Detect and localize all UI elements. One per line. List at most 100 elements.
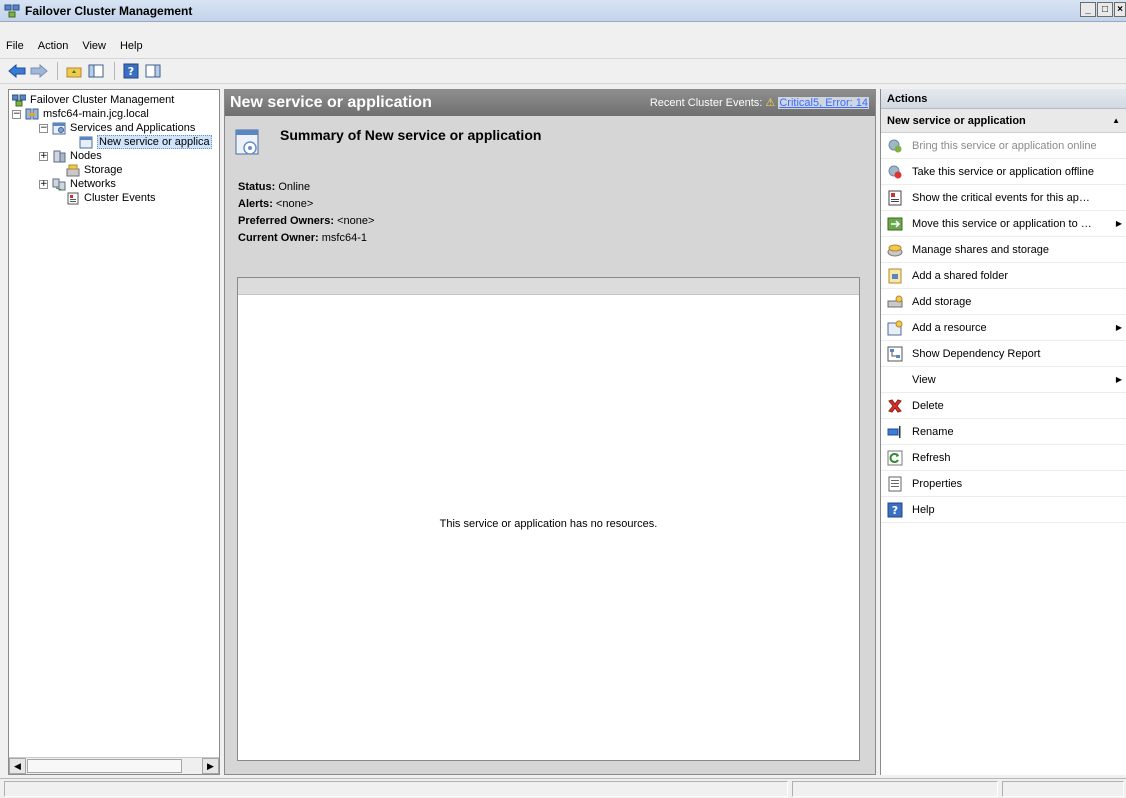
collapse-toggle[interactable]: − [39,123,48,133]
refresh-icon [887,450,903,466]
warning-icon: ⚠ [765,97,776,109]
console-tree: Failover Cluster Management − msfc64-mai… [8,89,220,775]
status-line-preferred-owners: Preferred Owners: <none> [238,215,375,227]
service-app-icon [79,136,93,148]
action-label: View [912,373,936,386]
show-hide-tree-button[interactable] [86,61,106,81]
menu-file[interactable]: File [6,40,32,52]
rename-icon [887,424,903,440]
action-show-dependency-report[interactable]: Show Dependency Report [881,341,1126,367]
scroll-thumb[interactable] [27,759,182,773]
properties-icon [887,476,903,492]
action-add-storage[interactable]: Add storage [881,289,1126,315]
tree-item-new-service-or-application[interactable]: New service or applica [79,135,212,149]
status-cell [792,781,998,797]
svg-text:?: ? [128,65,134,78]
action-manage-shares-and-storage[interactable]: Manage shares and storage [881,237,1126,263]
close-button[interactable]: × [1114,2,1126,17]
action-label: Manage shares and storage [912,243,1049,256]
actions-section-header[interactable]: New service or application ▲ [881,109,1126,133]
status-line-alerts: Alerts: <none> [238,198,314,210]
tree-item-services-and-applications[interactable]: − Services and Applications [39,121,195,135]
help-toolbar-button[interactable]: ? [121,61,141,81]
action-bring-this-service-or-application-online[interactable]: Bring this service or application online [881,133,1126,159]
critical-events-link[interactable]: Critical5, Error: 14 [778,97,869,109]
collapse-toggle[interactable]: − [12,109,21,119]
tree-item-label: New service or applica [97,135,212,149]
summary-title: Summary of New service or application [280,127,542,143]
action-label: Properties [912,477,963,490]
window-controls: _ □ × [1079,2,1126,17]
tree-item-networks[interactable]: + Networks [39,177,116,191]
tree-horizontal-scrollbar[interactable]: ◀ ▶ [9,757,219,774]
expand-toggle[interactable]: + [39,179,48,189]
delete-icon [887,398,903,414]
cluster-management-icon [12,94,26,106]
tree-item-failover-cluster-management[interactable]: Failover Cluster Management [12,93,174,107]
status-cell [4,781,788,797]
svg-text:?: ? [892,504,898,517]
maximize-button[interactable]: □ [1097,2,1113,17]
action-label: Refresh [912,451,951,464]
action-refresh[interactable]: Refresh [881,445,1126,471]
cluster-icon [25,108,39,119]
action-add-a-resource[interactable]: Add a resource ▶ [881,315,1126,341]
tree-item-cluster-events[interactable]: Cluster Events [66,191,156,205]
tree-item-nodes[interactable]: + Nodes [39,149,102,163]
status-value: Online [278,181,311,193]
scroll-left-button[interactable]: ◀ [9,758,26,774]
action-move-this-service-or-application-to[interactable]: Move this service or application to … ▶ [881,211,1126,237]
current-owner-value: msfc64-1 [321,232,367,244]
page-title: New service or application [230,94,432,111]
events-label: Recent Cluster Events: [649,97,763,109]
back-arrow-icon [8,64,26,78]
dependency-report-icon [887,346,903,362]
nodes-icon [53,150,66,162]
manage-shares-icon [887,242,903,258]
scroll-right-button[interactable]: ▶ [202,758,219,774]
collapse-caret-icon: ▲ [1112,116,1120,125]
tree-item-cluster[interactable]: − msfc64-main.jcg.local [12,107,149,121]
preferred-owners-value: <none> [337,215,375,227]
bring-online-icon [887,138,903,154]
menu-view[interactable]: View [82,40,114,52]
action-view[interactable]: View ▶ [881,367,1126,393]
menu-action[interactable]: Action [38,40,77,52]
tree-item-label: Storage [84,164,123,176]
minimize-button[interactable]: _ [1080,2,1096,17]
up-folder-button[interactable] [64,61,84,81]
action-take-this-service-or-application-offline[interactable]: Take this service or application offline [881,159,1126,185]
help-icon: ? [123,63,139,79]
action-help[interactable]: ? Help [881,497,1126,523]
actions-pane: Actions New service or application ▲ Bri… [880,89,1126,775]
action-properties[interactable]: Properties [881,471,1126,497]
submenu-arrow-icon: ▶ [1115,375,1122,384]
status-line-status: Status: Online [238,181,311,193]
services-icon [52,122,66,134]
action-label: Add storage [912,295,972,308]
move-icon [887,216,903,232]
expand-toggle[interactable]: + [39,151,48,161]
action-rename[interactable]: Rename [881,419,1126,445]
action-delete[interactable]: Delete [881,393,1126,419]
submenu-arrow-icon: ▶ [1115,323,1122,332]
back-button[interactable] [7,61,27,81]
menu-help[interactable]: Help [120,40,151,52]
critical-events-icon [887,190,903,206]
action-label: Add a resource [912,321,987,334]
resources-list[interactable]: This service or application has no resou… [237,277,860,761]
forward-arrow-icon [30,64,48,78]
actions-header: Actions [881,89,1126,109]
forward-button[interactable] [29,61,49,81]
action-label: Take this service or application offline [912,165,1095,178]
action-show-the-critical-events-for-this-ap[interactable]: Show the critical events for this ap… [881,185,1126,211]
resources-list-header [238,278,859,295]
action-label: Help [912,503,935,516]
action-add-a-shared-folder[interactable]: Add a shared folder [881,263,1126,289]
networks-icon [52,178,66,190]
tree-item-storage[interactable]: Storage [66,163,123,177]
folder-up-icon [66,67,82,78]
show-action-pane-button[interactable] [143,61,163,81]
tree-item-label: Cluster Events [84,192,156,204]
results-pane: New service or application Recent Cluste… [224,89,876,775]
